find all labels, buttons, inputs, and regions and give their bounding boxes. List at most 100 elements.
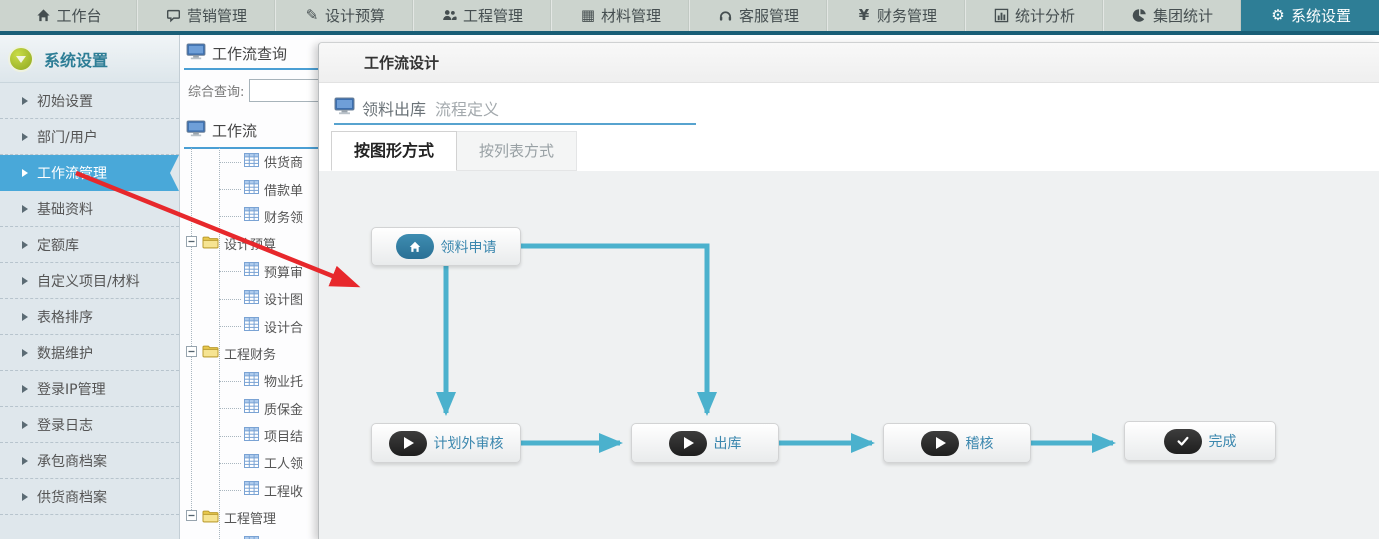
nav-item-home[interactable]: 工作台 — [0, 0, 137, 31]
flow-node-label: 稽核 — [966, 433, 994, 453]
nav-item-pie[interactable]: 集团统计 — [1103, 0, 1241, 31]
table-icon — [244, 207, 259, 225]
nav-item-label: 营销管理 — [187, 5, 247, 26]
nav-item-gear[interactable]: ⚙系统设置 — [1241, 0, 1379, 31]
tab-list-mode[interactable]: 按列表方式 — [457, 131, 577, 171]
flow-definition-header: 领料出库 流程定义 — [334, 96, 499, 120]
sidebar-item-1[interactable]: 部门/用户 — [0, 119, 179, 155]
triangle-bullet-icon — [22, 277, 28, 285]
panel-title: 工作流设计 — [364, 52, 439, 73]
collapse-circle-icon — [8, 46, 34, 72]
flow-node-done[interactable]: 完成 — [1124, 421, 1276, 461]
table-icon — [244, 317, 259, 335]
triangle-bullet-icon — [22, 493, 28, 501]
sidebar-menu: 初始设置部门/用户工作流管理基础资料定额库自定义项目/材料表格排序数据维护登录I… — [0, 83, 179, 515]
tree-label: 预算审 — [264, 262, 303, 281]
folder-icon — [202, 235, 219, 253]
table-icon — [244, 372, 259, 390]
nav-item-label: 集团统计 — [1153, 5, 1213, 26]
tree-label: 财务领 — [264, 207, 303, 226]
grid-icon: ▦ — [580, 8, 596, 24]
sidebar-item-10[interactable]: 承包商档案 — [0, 443, 179, 479]
monitor-icon — [186, 43, 206, 64]
sidebar-item-label: 表格排序 — [37, 307, 93, 327]
nav-item-yen[interactable]: ¥ 财务管理 — [827, 0, 965, 31]
triangle-bullet-icon — [22, 169, 28, 177]
top-navbar: 工作台 营销管理 ✎设计预算 工程管理 ▦材料管理 客服管理 ¥ 财务管理 统计分析 集团统计 ⚙系… — [0, 0, 1379, 35]
triangle-bullet-icon — [22, 205, 28, 213]
workflow-design-panel: 工作流设计 领料出库 流程定义 按图形方式按列表方式 领料申请计划外审核 出库 稽核… — [318, 42, 1379, 539]
table-icon — [244, 427, 259, 445]
sidebar-item-label: 承包商档案 — [37, 451, 107, 471]
expand-minus-icon[interactable] — [186, 236, 197, 251]
home-icon — [396, 234, 434, 259]
flow-node-apply[interactable]: 领料申请 — [371, 227, 521, 266]
tree-label: 工程管理 — [224, 508, 276, 527]
sidebar-item-label: 基础资料 — [37, 199, 93, 219]
expand-minus-icon[interactable] — [186, 510, 197, 525]
sidebar-item-label: 定额库 — [37, 235, 79, 255]
triangle-bullet-icon — [22, 457, 28, 465]
sidebar-item-2[interactable]: 工作流管理 — [0, 155, 179, 191]
triangle-bullet-icon — [22, 133, 28, 141]
nav-item-edit[interactable]: ✎设计预算 — [275, 0, 413, 31]
folder-icon — [202, 509, 219, 527]
headset-icon — [718, 8, 734, 24]
flow-node-out[interactable]: 出库 — [631, 423, 779, 463]
sidebar-title: 系统设置 — [44, 47, 108, 71]
sidebar-item-9[interactable]: 登录日志 — [0, 407, 179, 443]
folder-icon — [202, 344, 219, 362]
play-icon — [669, 431, 707, 456]
sidebar-item-label: 初始设置 — [37, 91, 93, 111]
sidebar-item-5[interactable]: 自定义项目/材料 — [0, 263, 179, 299]
tree-panel-title: 工作流 — [212, 120, 257, 141]
flow-header-underline — [334, 123, 696, 125]
tab-graphic-mode[interactable]: 按图形方式 — [331, 131, 457, 171]
monitor-icon — [334, 97, 355, 119]
flow-node-review[interactable]: 计划外审核 — [371, 423, 521, 463]
sidebar-item-6[interactable]: 表格排序 — [0, 299, 179, 335]
triangle-bullet-icon — [22, 313, 28, 321]
triangle-bullet-icon — [22, 241, 28, 249]
tree-label: 质保金 — [264, 399, 303, 418]
sidebar-item-7[interactable]: 数据维护 — [0, 335, 179, 371]
nav-item-grid[interactable]: ▦材料管理 — [551, 0, 689, 31]
settings-sidebar: 系统设置 初始设置部门/用户工作流管理基础资料定额库自定义项目/材料表格排序数据… — [0, 35, 180, 539]
sidebar-item-label: 登录日志 — [37, 415, 93, 435]
nav-item-chat[interactable]: 营销管理 — [137, 0, 275, 31]
nav-item-headset[interactable]: 客服管理 — [689, 0, 827, 31]
table-icon — [244, 399, 259, 417]
tree-label: 物业托 — [264, 371, 303, 390]
expand-minus-icon[interactable] — [186, 346, 197, 361]
sidebar-item-3[interactable]: 基础资料 — [0, 191, 179, 227]
query-panel-title: 工作流查询 — [212, 43, 287, 64]
tree-panel-header: 工作流 — [186, 120, 257, 141]
sidebar-item-8[interactable]: 登录IP管理 — [0, 371, 179, 407]
table-icon — [244, 454, 259, 472]
nav-item-users[interactable]: 工程管理 — [413, 0, 551, 31]
triangle-bullet-icon — [22, 421, 28, 429]
nav-item-label: 财务管理 — [877, 5, 937, 26]
edit-icon: ✎ — [304, 8, 320, 24]
nav-item-label: 工作台 — [56, 5, 101, 26]
tree-label: 工人领 — [264, 453, 303, 472]
tree-label: 设计合 — [264, 317, 303, 336]
flow-name-suffix: 流程定义 — [435, 96, 499, 120]
sidebar-item-label: 工作流管理 — [37, 163, 107, 183]
nav-item-label: 工程管理 — [463, 5, 523, 26]
flow-node-audit[interactable]: 稽核 — [883, 423, 1031, 463]
sidebar-header[interactable]: 系统设置 — [0, 35, 179, 83]
sidebar-item-0[interactable]: 初始设置 — [0, 83, 179, 119]
users-icon — [442, 8, 458, 24]
tree-label: 设计图 — [264, 289, 303, 308]
triangle-bullet-icon — [22, 349, 28, 357]
yen-icon: ¥ — [856, 8, 872, 24]
nav-item-label: 客服管理 — [739, 5, 799, 26]
view-mode-tabs: 按图形方式按列表方式 — [331, 131, 577, 171]
flow-node-label: 领料申请 — [441, 237, 497, 257]
nav-item-chart[interactable]: 统计分析 — [965, 0, 1103, 31]
table-icon — [244, 262, 259, 280]
sidebar-item-4[interactable]: 定额库 — [0, 227, 179, 263]
tree-label: 项目结 — [264, 426, 303, 445]
sidebar-item-11[interactable]: 供货商档案 — [0, 479, 179, 515]
